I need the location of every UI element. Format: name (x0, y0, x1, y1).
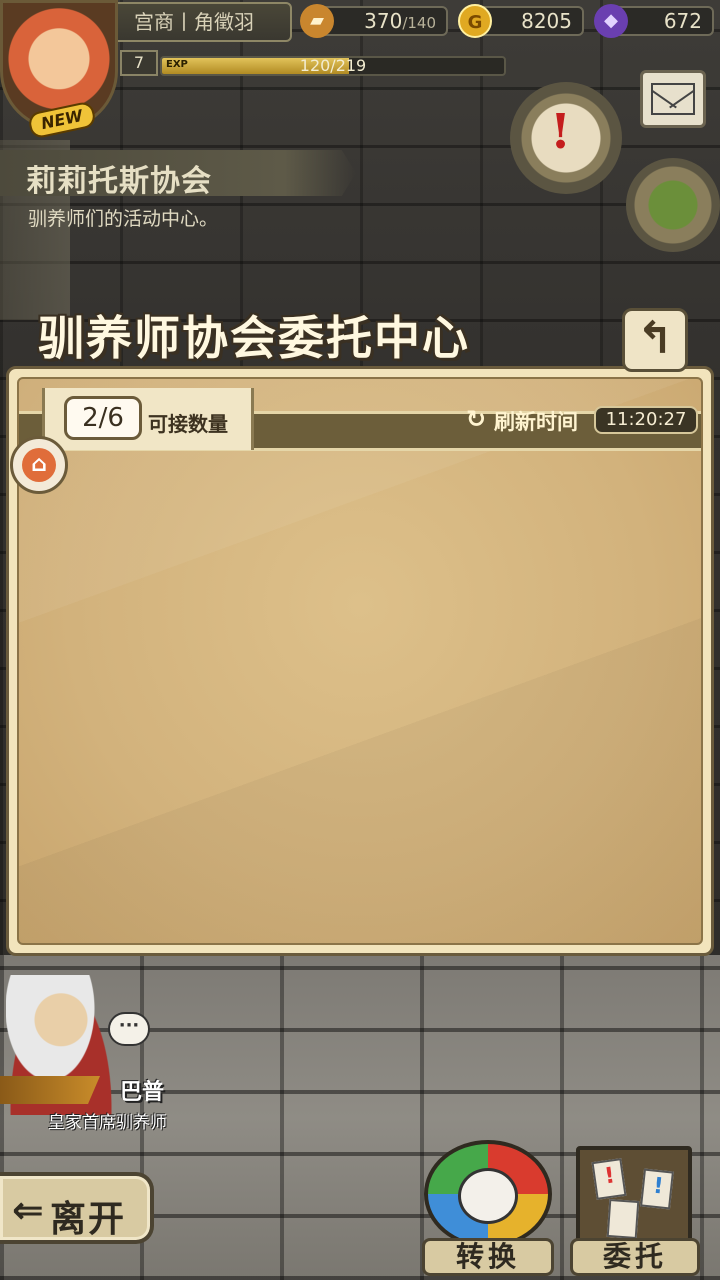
convert-label: 转换 (422, 1238, 554, 1276)
stamina-counter[interactable]: ▰ 370/140 (300, 4, 448, 38)
bread-icon: ▰ (300, 4, 334, 38)
mail-icon[interactable] (640, 70, 706, 128)
notice-board-icon: ! ! (576, 1146, 692, 1244)
stamina-max: /140 (402, 14, 436, 32)
player-avatar[interactable]: NEW (0, 0, 118, 140)
gem-value: 672 (663, 9, 702, 33)
gold-value: 8205 (521, 9, 572, 33)
exp-bar: EXP 120/219 (160, 56, 506, 76)
available-count: 2/6 (64, 396, 142, 440)
npc-ribbon (0, 1076, 100, 1104)
sort-button[interactable]: ⌂ (10, 436, 68, 494)
player-name[interactable]: 宫商丨角徵羽 (96, 2, 292, 42)
location-title: 莉莉托斯协会 (26, 164, 212, 199)
bag-icon[interactable] (626, 158, 720, 252)
leave-label: 离开 (50, 1199, 127, 1240)
sort-icon: ⌂ (22, 448, 56, 482)
stamina-current: 370 (364, 9, 403, 33)
purple-gem-icon: ◆ (594, 4, 628, 38)
arrow-left-icon: ⇐ (12, 1188, 44, 1232)
location-subtitle: 驯养师们的活动中心。 (28, 208, 219, 230)
refresh-icon: ↻ (466, 405, 487, 433)
panel-title: 驯养师协会委托中心 (38, 311, 470, 365)
commission-panel (6, 366, 714, 956)
available-count-label: 可接数量 (148, 412, 228, 436)
gem-counter[interactable]: ◆ 672 (594, 4, 714, 38)
back-button[interactable]: ↰ (622, 308, 688, 372)
commission-button[interactable]: ! ! 委托 (568, 1140, 702, 1276)
npc-title: 皇家首席驯养师 (48, 1113, 167, 1133)
gold-counter[interactable]: G 8205 (458, 4, 584, 38)
refresh-label: 刷新时间 (494, 410, 578, 434)
convert-button[interactable]: 转换 (418, 1140, 558, 1276)
convert-icon (424, 1140, 552, 1248)
refresh-time: 11:20:27 (594, 406, 698, 434)
leave-button[interactable]: ⇐ 离开 (0, 1172, 154, 1244)
gold-coin-icon: G (458, 4, 492, 38)
chat-bubble-icon[interactable]: ··· (108, 1012, 150, 1046)
quest-scroll-icon[interactable]: ! (510, 82, 622, 194)
player-level: 7 (120, 50, 158, 76)
commission-label: 委托 (570, 1238, 700, 1276)
exp-text: 120/219 (299, 56, 367, 75)
commission-list-area[interactable] (17, 377, 703, 945)
npc-name: 巴普 (120, 1080, 165, 1105)
npc-nameplate: 巴普 皇家首席驯养师 (0, 1070, 170, 1133)
